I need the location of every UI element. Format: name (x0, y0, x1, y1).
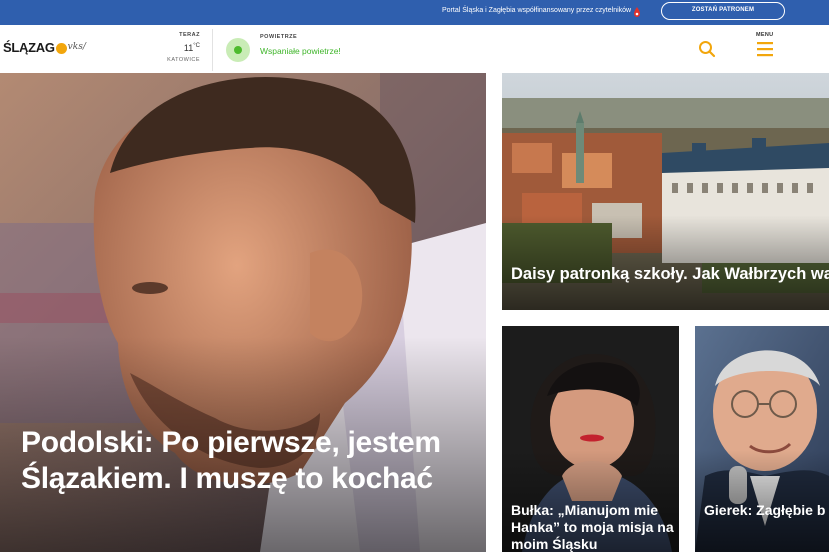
patron-banner: Portal Śląska i Zagłębia współfinansowan… (0, 0, 829, 25)
header-divider (212, 29, 213, 71)
story-card-gierek[interactable]: Gierek: Zagłębie b kompleksu Śląska Jest… (695, 326, 829, 552)
logo-mark-icon (55, 42, 67, 54)
weather-widget[interactable]: TERAZ 11°C KATOWICE (150, 32, 200, 63)
weather-temperature: 11°C (183, 43, 200, 53)
hero-story[interactable]: Podolski: Po pierwsze, jestem Ślązakiem.… (0, 73, 486, 552)
air-quality-status[interactable]: Wspaniałe powietrze! (260, 46, 341, 56)
become-patron-button[interactable]: ZOSTAŃ PATRONEM (661, 2, 785, 20)
hero-story-title[interactable]: Podolski: Po pierwsze, jestem Ślązakiem.… (21, 425, 461, 497)
site-header: ŚLĄZAG vks/ TERAZ 11°C KATOWICE POWIETRZ… (0, 25, 829, 73)
story-title-pszczyna[interactable]: Daisy patronką szkoły. Jak Wałbrzych wal… (511, 264, 829, 285)
logo-script: vks/ (67, 42, 86, 52)
story-title-gierek[interactable]: Gierek: Zagłębie b kompleksu Śląska Jest… (704, 502, 829, 519)
hamburger-menu-icon[interactable] (757, 41, 773, 57)
logo-wordmark: ŚLĄZAG (3, 39, 55, 55)
patron-banner-text: Portal Śląska i Zagłębia współfinansowan… (442, 7, 632, 14)
heart-icon (634, 7, 640, 17)
weather-city: KATOWICE (167, 57, 200, 63)
story-card-pszczyna[interactable]: Daisy patronką szkoły. Jak Wałbrzych wal… (502, 73, 829, 310)
search-icon[interactable] (698, 40, 716, 58)
site-logo[interactable]: ŚLĄZAG vks/ (3, 39, 86, 55)
story-title-bulka[interactable]: Bułka: „Mianujom mie Hanka” to moja misj… (511, 502, 679, 552)
air-quality-label: POWIETRZE (260, 34, 298, 40)
story-card-bulka[interactable]: Bułka: „Mianujom mie Hanka” to moja misj… (502, 326, 679, 552)
weather-label: TERAZ (179, 32, 200, 38)
air-quality-dot-icon (226, 38, 250, 62)
menu-label: MENU (756, 32, 774, 38)
